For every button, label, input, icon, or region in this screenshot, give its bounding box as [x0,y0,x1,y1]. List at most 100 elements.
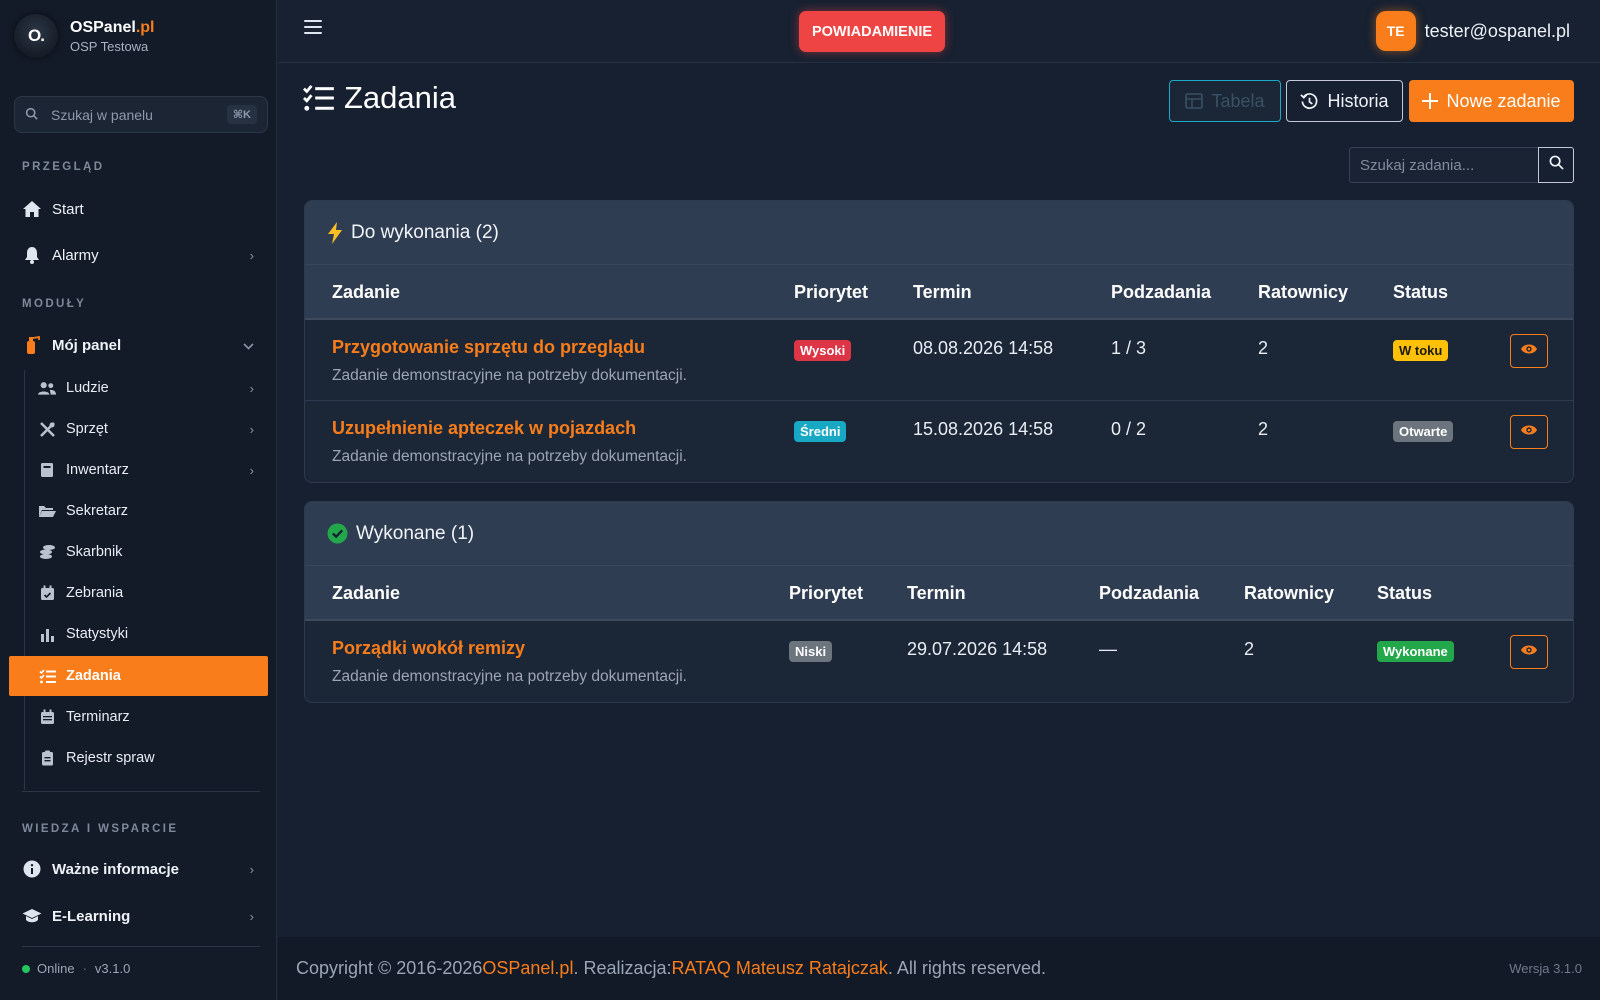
brand-logo: O. [14,14,58,58]
brand-name: OSPanel.pl [70,18,155,36]
brand[interactable]: O. OSPanel.pl OSP Testowa [14,14,154,58]
sidebar-search-input[interactable]: Szukaj w panelu ⌘K [14,96,268,133]
bolt-icon [327,221,343,244]
task-deadline: 08.08.2026 14:58 [913,338,1054,358]
sidebar-footer: Online · v3.1.0 [22,961,130,976]
todo-table-header: Zadanie Priorytet Termin Podzadania Rato… [305,265,1573,320]
check-circle-icon [327,523,348,544]
priority-badge: Wysoki [794,340,852,361]
eye-icon [1520,342,1538,360]
info-icon [22,860,42,878]
sidebar: O. OSPanel.pl OSP Testowa Szukaj w panel… [0,0,277,1000]
view-task-button[interactable] [1510,415,1548,449]
task-subtasks: — [1099,639,1117,659]
menu-toggle-icon[interactable] [304,20,322,38]
tools-icon [38,421,56,438]
todo-card-title: Do wykonania (2) [351,221,499,243]
todo-card-header: Do wykonania (2) [305,201,1573,265]
task-description: Zadanie demonstracyjne na potrzeby dokum… [332,448,687,465]
sidebar-item-moj-panel[interactable]: Mój panel [22,333,262,357]
view-task-button[interactable] [1510,635,1548,669]
calendar-check-icon [38,585,56,601]
history-label: Historia [1327,90,1389,111]
copyright-text: Copyright © 2016-2026 [296,958,483,978]
brand-subtitle: OSP Testowa [70,38,149,54]
sidebar-item-label: Alarmy [52,246,99,264]
realization-text: . Realizacja: [573,958,672,978]
col-priority: Priorytet [794,282,869,302]
sidebar-item-label: Ludzie [66,380,109,396]
task-rescuers: 2 [1258,338,1269,358]
sidebar-item-ludzie[interactable]: Ludzie › [38,376,262,400]
sidebar-item-rejestr-spraw[interactable]: Rejestr spraw [38,746,262,770]
sidebar-item-label: Terminarz [66,709,130,725]
priority-badge: Średni [794,421,847,442]
sidebar-item-zebrania[interactable]: Zebrania [38,581,262,605]
status-badge: W toku [1393,340,1449,361]
ospanel-link[interactable]: OSPanel.pl [482,958,573,979]
bell-icon [22,246,42,264]
task-subtasks: 0 / 2 [1111,419,1147,439]
col-status: Status [1393,282,1449,302]
history-button[interactable]: Historia [1286,80,1403,122]
sidebar-item-start[interactable]: Start [22,197,262,221]
footer-version: Wersja 3.1.0 [1509,961,1582,976]
notification-button[interactable]: POWIADAMIENIE [799,11,945,52]
table-row: Uzupełnienie apteczek w pojazdach Zadani… [305,401,1573,482]
sidebar-item-skarbnik[interactable]: Skarbnik [38,540,262,564]
section-knowledge: WIEDZA I WSPARCIE [22,823,179,835]
task-search-button[interactable] [1538,147,1574,183]
col-deadline: Termin [907,583,966,603]
task-rescuers: 2 [1258,419,1269,439]
task-search-input[interactable]: Szukaj zadania... [1349,147,1538,183]
task-name-link[interactable]: Porządki wokół remizy [332,638,525,659]
sidebar-item-sprzet[interactable]: Sprzęt › [38,417,262,441]
col-priority: Priorytet [789,583,864,603]
coins-icon [38,544,56,560]
view-task-button[interactable] [1510,334,1548,368]
tasks-icon [302,84,334,112]
task-name-link[interactable]: Przygotowanie sprzętu do przeglądu [332,337,645,358]
sidebar-item-sekretarz[interactable]: Sekretarz [38,499,262,523]
extinguisher-icon [22,335,42,355]
status-badge: Otwarte [1393,421,1454,442]
task-subtasks: 1 / 3 [1111,338,1147,358]
divider [22,946,260,947]
sidebar-item-label: E-Learning [52,907,131,925]
done-card: Wykonane (1) Zadanie Priorytet Termin Po… [304,501,1574,703]
task-search: Szukaj zadania... [1349,147,1574,183]
sidebar-item-label: Sekretarz [66,503,129,519]
sidebar-item-label: Sprzęt [66,421,108,437]
chevron-right-icon: › [249,421,254,437]
sidebar-item-wazne-informacje[interactable]: Ważne informacje › [22,857,262,881]
sidebar-item-e-learning[interactable]: E-Learning › [22,904,262,928]
search-shortcut: ⌘K [226,105,257,124]
author-link[interactable]: RATAQ Mateusz Ratajczak [672,958,888,979]
book-icon [38,462,56,478]
sidebar-item-terminarz[interactable]: Terminarz [38,705,262,729]
tasks-icon [38,668,56,684]
sidebar-item-label: Start [52,200,84,218]
chevron-down-icon [243,338,254,353]
col-task: Zadanie [332,282,401,302]
new-task-button[interactable]: Nowe zadanie [1409,80,1574,122]
sidebar-item-label: Zebrania [66,585,124,601]
section-modules: MODUŁY [22,298,87,310]
user-menu[interactable]: TE tester@ospanel.pl [1375,11,1570,51]
table-view-button[interactable]: Tabela [1169,80,1281,122]
online-status-dot [22,964,30,973]
sidebar-item-alarmy[interactable]: Alarmy › [22,243,262,267]
topbar: POWIADAMIENIE TE tester@ospanel.pl [278,0,1600,63]
done-card-header: Wykonane (1) [305,502,1573,566]
sidebar-item-label: Zadania [66,668,121,684]
done-table-header: Zadanie Priorytet Termin Podzadania Rato… [305,566,1573,621]
sidebar-item-zadania[interactable]: Zadania [9,656,268,696]
table-row: Przygotowanie sprzętu do przeglądu Zadan… [305,320,1573,401]
clipboard-icon [38,750,56,766]
task-name-link[interactable]: Uzupełnienie apteczek w pojazdach [332,418,636,439]
eye-icon [1520,643,1538,661]
avatar: TE [1375,11,1416,51]
col-subtasks: Podzadania [1099,583,1200,603]
sidebar-item-inwentarz[interactable]: Inwentarz › [38,458,262,482]
sidebar-item-statystyki[interactable]: Statystyki [38,622,262,646]
